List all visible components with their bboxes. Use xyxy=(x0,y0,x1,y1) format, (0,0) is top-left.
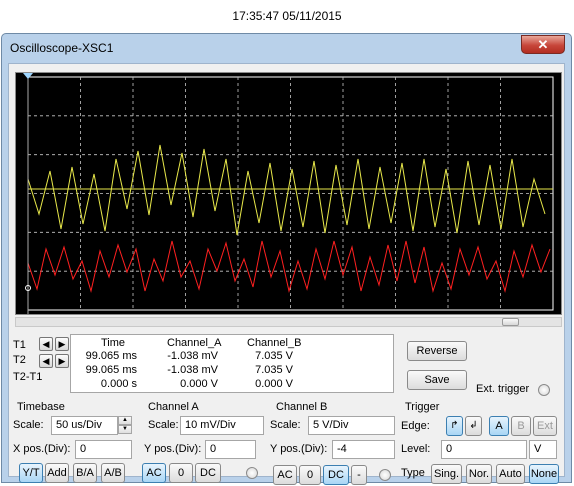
timebase-xpos-field[interactable]: 0 xyxy=(75,440,132,459)
readout-header-channel-b: Channel_B xyxy=(247,337,302,349)
t1-left-arrow-button[interactable]: ◀ xyxy=(39,337,53,351)
mode-add-button[interactable]: Add xyxy=(45,463,69,483)
channel-b-ypos-field[interactable]: -4 xyxy=(332,440,395,459)
ext-trigger-label: Ext. trigger xyxy=(476,383,530,395)
channel-a-ypos-label: Y pos.(Div): xyxy=(144,443,202,455)
ext-trigger-terminal[interactable] xyxy=(538,384,550,396)
channel-b-zero-button[interactable]: 0 xyxy=(299,465,321,485)
t2-left-arrow-button[interactable]: ◀ xyxy=(39,354,53,368)
t2-t1-label: T2-T1 xyxy=(13,371,43,383)
channel-b-title: Channel B xyxy=(276,401,328,413)
readout-t2-time: 99.065 ms xyxy=(85,364,137,376)
readout-diff-channel-a: 0.000 V xyxy=(180,378,218,390)
trigger-title: Trigger xyxy=(405,401,440,413)
readout-t1-channel-b: 7.035 V xyxy=(255,350,293,362)
mode-ab-button[interactable]: A/B xyxy=(101,463,125,483)
timebase-title: Timebase xyxy=(17,401,65,413)
trigger-level-unit[interactable]: V xyxy=(529,440,557,459)
readout-t1-time: 99.065 ms xyxy=(85,350,137,362)
channel-b-invert-button[interactable]: - xyxy=(351,465,367,485)
trigger-level-label: Level: xyxy=(401,443,431,455)
channel-a-ypos-field[interactable]: 0 xyxy=(205,440,256,459)
timebase-scale-label: Scale: xyxy=(13,419,44,431)
spin-down-icon: ▼ xyxy=(118,425,132,434)
oscilloscope-window: Oscilloscope-XSC1 ✕ T1 T2 T2-T1 ◀ ▶ ◀ ▶ … xyxy=(1,33,572,485)
trigger-none-button[interactable]: None xyxy=(529,464,559,484)
readout-t2-channel-b: 7.035 V xyxy=(255,364,293,376)
readout-diff-channel-b: 0.000 V xyxy=(255,378,293,390)
oscilloscope-panel: T1 T2 T2-T1 ◀ ▶ ◀ ▶ Time Channel_A Chann… xyxy=(8,63,565,485)
readout-header-channel-a: Channel_A xyxy=(167,337,222,349)
reverse-button[interactable]: Reverse xyxy=(407,341,467,361)
channel-b-scale-field[interactable]: 5 V/Div xyxy=(308,416,395,435)
rising-edge-icon: ↱ xyxy=(450,420,459,431)
title-bar[interactable]: Oscilloscope-XSC1 ✕ xyxy=(2,34,571,62)
channel-b-scale-label: Scale: xyxy=(270,419,301,431)
arrow-left-icon: ◀ xyxy=(42,356,50,366)
trigger-single-button[interactable]: Sing. xyxy=(431,464,462,484)
channel-b-dc-button[interactable]: DC xyxy=(323,465,349,485)
mode-yt-button[interactable]: Y/T xyxy=(19,463,43,483)
save-button[interactable]: Save xyxy=(407,370,467,390)
readout-t2-channel-a: -1.038 mV xyxy=(167,364,218,376)
channel-a-dc-button[interactable]: DC xyxy=(195,463,221,483)
trigger-auto-button[interactable]: Auto xyxy=(496,464,525,484)
trigger-source-a-button[interactable]: A xyxy=(489,416,509,436)
channel-a-ac-button[interactable]: AC xyxy=(142,463,166,483)
channel-a-scale-label: Scale: xyxy=(148,419,179,431)
close-button[interactable]: ✕ xyxy=(521,35,565,54)
trigger-source-b-button[interactable]: B xyxy=(511,416,531,436)
timestamp: 17:35:47 05/11/2015 xyxy=(232,9,342,23)
trigger-level-field[interactable]: 0 xyxy=(441,440,527,459)
channel-b-trace xyxy=(27,240,551,293)
scrollbar-thumb[interactable] xyxy=(502,318,519,326)
channel-a-title: Channel A xyxy=(148,401,199,413)
channel-b-terminal[interactable] xyxy=(379,469,391,481)
timebase-scale-field[interactable]: 50 us/Div xyxy=(51,416,118,435)
t2-right-arrow-button[interactable]: ▶ xyxy=(55,354,69,368)
trigger-source-ext-button[interactable]: Ext xyxy=(533,416,557,436)
readout-header-time: Time xyxy=(101,337,126,349)
time-scrollbar[interactable] xyxy=(15,317,562,327)
channel-a-zero-button[interactable]: 0 xyxy=(169,463,193,483)
channel-a-trace xyxy=(27,144,546,236)
readout-diff-time: 0.000 s xyxy=(100,378,137,390)
channel-b-ypos-label: Y pos.(Div): xyxy=(270,443,328,455)
channel-a-scale-field[interactable]: 10 mV/Div xyxy=(180,416,264,435)
channel-b-ac-button[interactable]: AC xyxy=(273,465,297,485)
channel-a-terminal[interactable] xyxy=(246,467,258,479)
scope-display[interactable] xyxy=(15,72,562,315)
cursor-t1-marker xyxy=(23,73,33,79)
t2-label: T2 xyxy=(13,354,26,366)
t1-label: T1 xyxy=(13,339,26,351)
t1-right-arrow-button[interactable]: ▶ xyxy=(55,337,69,351)
scope-traces xyxy=(23,73,554,314)
timebase-scale-spinner[interactable]: ▲ ▼ xyxy=(118,416,132,435)
window-title: Oscilloscope-XSC1 xyxy=(10,41,114,55)
measurement-readout: Time Channel_A Channel_B 99.065 ms -1.03… xyxy=(70,334,394,393)
trigger-rising-edge-button[interactable]: ↱ xyxy=(446,416,463,436)
timebase-xpos-label: X pos.(Div): xyxy=(13,443,71,455)
trigger-falling-edge-button[interactable]: ↲ xyxy=(465,416,482,436)
arrow-right-icon: ▶ xyxy=(58,356,66,366)
mode-ba-button[interactable]: B/A xyxy=(73,463,97,483)
arrow-right-icon: ▶ xyxy=(58,339,66,349)
trigger-type-label: Type xyxy=(401,467,425,479)
close-icon: ✕ xyxy=(537,36,549,52)
arrow-left-icon: ◀ xyxy=(42,339,50,349)
falling-edge-icon: ↲ xyxy=(469,420,478,431)
trigger-edge-label: Edge: xyxy=(401,420,430,432)
readout-t1-channel-a: -1.038 mV xyxy=(167,350,218,362)
spin-up-icon: ▲ xyxy=(118,416,132,425)
trigger-normal-button[interactable]: Nor. xyxy=(466,464,492,484)
